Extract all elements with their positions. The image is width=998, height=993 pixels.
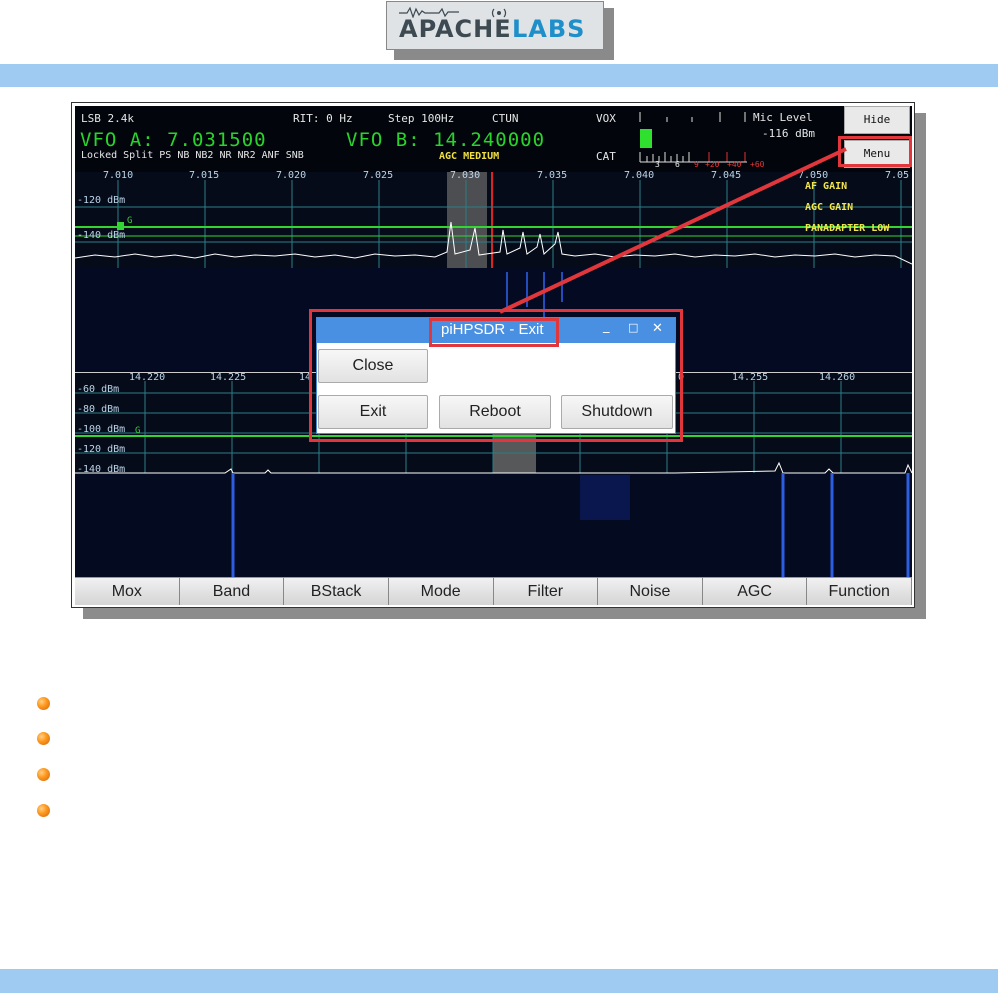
maximize-icon[interactable]: □	[628, 321, 638, 334]
bullet-icon	[37, 768, 50, 781]
close-button[interactable]: Close	[318, 349, 428, 383]
bullet-icon	[37, 804, 50, 817]
bullet-icon	[37, 697, 50, 710]
title-highlight-box	[429, 318, 559, 347]
shutdown-button[interactable]: Shutdown	[561, 395, 673, 429]
bullet-icon	[37, 732, 50, 745]
minimize-icon[interactable]: _	[603, 319, 610, 334]
menu-highlight-box	[838, 136, 912, 167]
exit-button[interactable]: Exit	[318, 395, 428, 429]
bottom-divider-bar	[0, 969, 998, 993]
reboot-button[interactable]: Reboot	[439, 395, 551, 429]
close-icon[interactable]: ✕	[652, 321, 663, 336]
